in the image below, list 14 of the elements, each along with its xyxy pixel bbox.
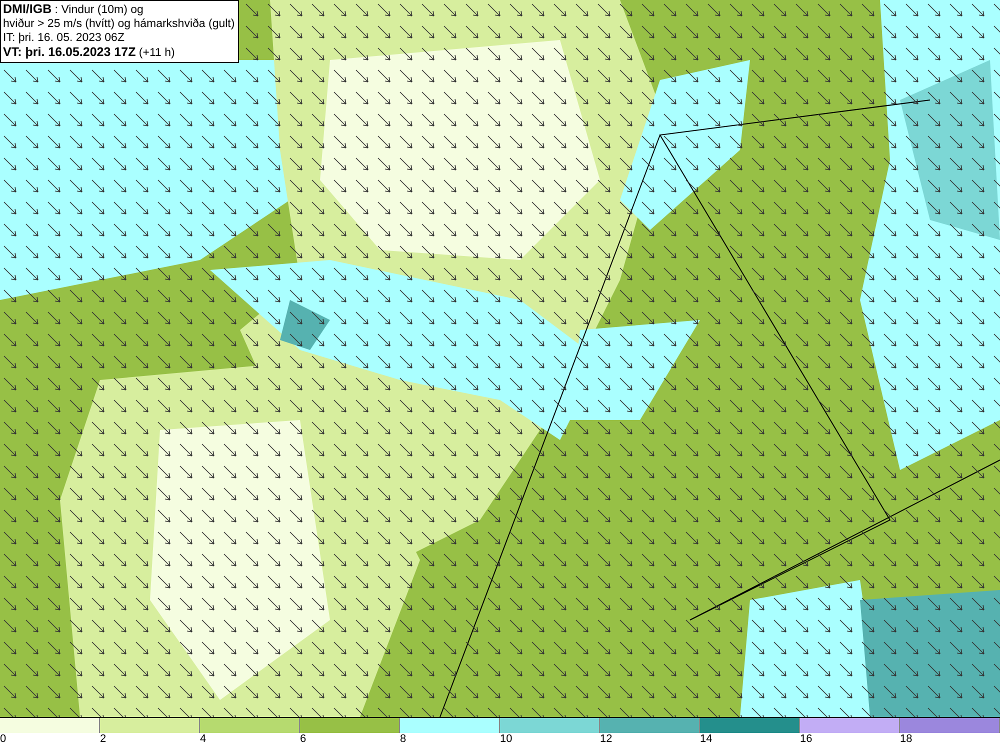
scale-label: 18 (900, 733, 912, 746)
scale-label: 2 (100, 733, 106, 746)
header-text: DMI/IGB : Vindur (10m) og (3, 2, 144, 17)
scale-label: 4 (200, 733, 206, 746)
header-text: hviður > 25 m/s (hvítt) og hámarkshviða (gult) (3, 17, 235, 31)
scale-label: 0 (0, 733, 6, 746)
scale-label: 8 (400, 733, 406, 746)
scale-label: 10 (500, 733, 512, 746)
header-text: VT: þri. 16.05.2023 17Z (+11 h) (3, 45, 176, 60)
scale-label: 14 (700, 733, 712, 746)
header-text: IT: þri. 16. 05. 2023 06Z (3, 31, 126, 45)
scale-label: 6 (300, 733, 306, 746)
scale-label: 16 (800, 733, 812, 746)
scale-label: 12 (600, 733, 612, 746)
